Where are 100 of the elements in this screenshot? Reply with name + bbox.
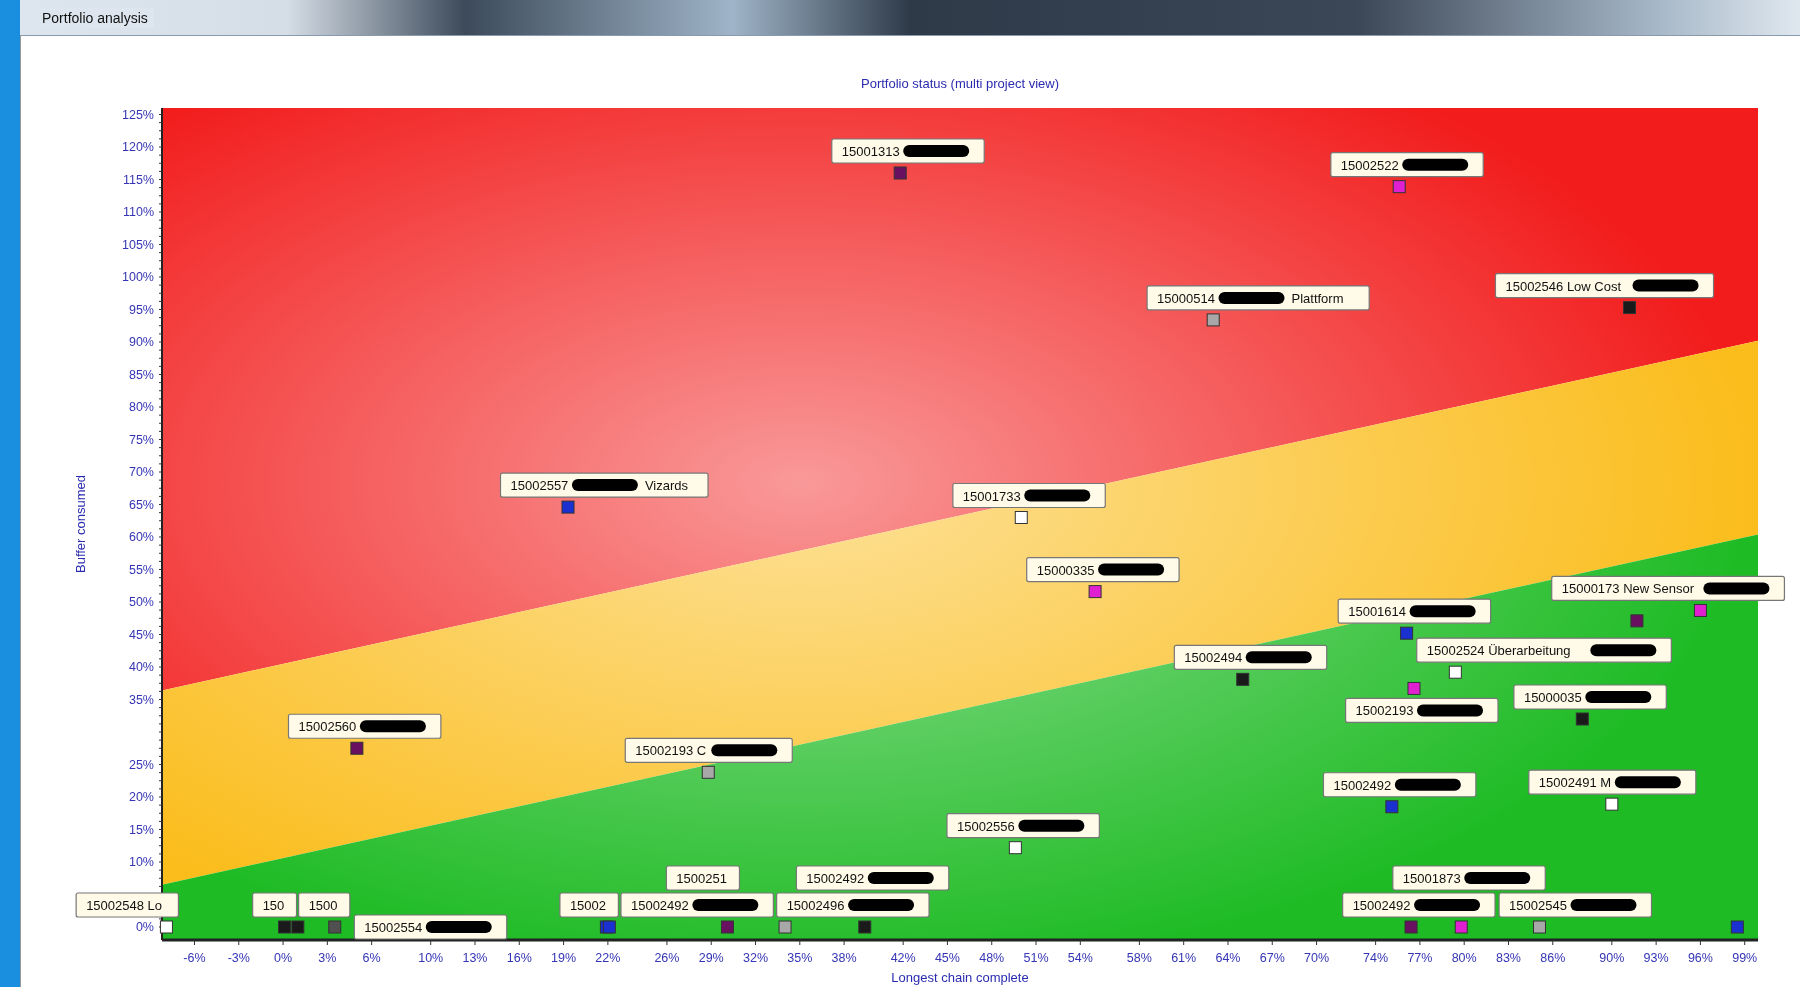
x-tick-label: 86% <box>1540 951 1566 965</box>
project-label: Vizards <box>644 478 689 494</box>
project-label: 15002524 Überarbeitung <box>1426 643 1571 659</box>
project-label: 15000173 New Sensor <box>1561 581 1694 597</box>
x-tick-label: 77% <box>1407 951 1433 965</box>
x-tick-label: 45% <box>934 951 960 965</box>
y-tick-label: 15% <box>128 822 154 837</box>
project-label: 1500251 <box>676 871 727 886</box>
project-label: 150 <box>262 898 285 913</box>
y-tick-label: 45% <box>128 627 154 642</box>
x-tick-label: 54% <box>1067 951 1093 965</box>
y-tick-label: 55% <box>128 562 154 577</box>
project-label: 15002556 <box>956 818 1015 834</box>
project-label: 1500 <box>308 898 338 913</box>
window-title: Portfolio analysis <box>40 7 154 28</box>
project-label: 15002492 <box>806 871 865 886</box>
y-tick-label: 110% <box>122 205 154 219</box>
y-tick-label: 0% <box>135 920 154 934</box>
y-tick-label: 65% <box>128 497 154 512</box>
project-label: 15002522 <box>1340 157 1399 173</box>
x-tick-label: 93% <box>1643 951 1669 965</box>
y-tick-label: 115% <box>122 172 154 187</box>
project-label: 15001614 <box>1348 604 1407 620</box>
x-tick-label: 96% <box>1687 951 1713 965</box>
x-tick-label: 83% <box>1495 951 1521 965</box>
y-axis-title: Buffer consumed <box>73 475 88 573</box>
data-point[interactable] <box>1575 712 1589 726</box>
x-tick-label: 19% <box>551 951 577 965</box>
project-label: 15002491 M <box>1538 775 1612 791</box>
y-tick-label: 75% <box>128 432 154 447</box>
y-tick-label: 70% <box>128 465 154 479</box>
x-tick-label: 64% <box>1215 951 1241 965</box>
data-point[interactable] <box>1533 920 1546 934</box>
chart-title: Portfolio status (multi project view) <box>861 76 1059 91</box>
x-tick-label: 35% <box>787 951 813 965</box>
project-label: 15002492 <box>1352 898 1411 913</box>
project-label: 15001313 <box>841 144 900 159</box>
data-point[interactable] <box>1008 841 1022 855</box>
x-tick-label: 99% <box>1732 951 1758 965</box>
x-tick-label: 61% <box>1171 951 1197 965</box>
y-tick-label: 25% <box>128 757 154 772</box>
x-tick-label: -6% <box>183 951 206 965</box>
x-tick-label: 48% <box>979 951 1005 965</box>
x-tick-label: 80% <box>1451 951 1477 965</box>
project-label: 15002545 <box>1509 898 1567 913</box>
project-label: 15001873 <box>1402 871 1461 886</box>
x-tick-label: 67% <box>1259 951 1285 965</box>
y-tick-label: 40% <box>128 660 154 674</box>
data-point[interactable] <box>159 920 173 934</box>
project-label: 15002548 Lo <box>86 898 163 913</box>
x-tick-label: 70% <box>1304 951 1330 965</box>
x-tick-label: 3% <box>318 951 337 965</box>
project-label: 15002 <box>569 898 607 913</box>
x-tick-label: 58% <box>1126 951 1152 965</box>
x-tick-label: 22% <box>595 951 621 965</box>
y-tick-label: 60% <box>128 530 154 544</box>
x-tick-label: 6% <box>362 951 381 965</box>
x-tick-label: 0% <box>274 951 293 965</box>
y-tick-label: 120% <box>122 140 154 154</box>
project-label: 15002557 <box>510 478 569 494</box>
y-tick-label: 100% <box>122 270 154 284</box>
y-tick-label: 20% <box>128 790 154 804</box>
y-tick-label: 80% <box>128 400 154 414</box>
project-label: 15002193 C <box>635 743 707 759</box>
x-tick-label: 74% <box>1363 951 1389 965</box>
data-point[interactable] <box>1236 672 1250 686</box>
project-label: 15002494 <box>1184 650 1243 666</box>
x-tick-label: 29% <box>698 951 724 965</box>
x-tick-label: -3% <box>227 951 250 965</box>
y-tick-label: 35% <box>128 692 154 707</box>
y-tick-label: 125% <box>122 107 154 122</box>
y-tick-label: 90% <box>128 335 154 349</box>
x-tick-label: 26% <box>654 951 680 965</box>
data-point[interactable] <box>1088 585 1102 599</box>
project-label: 15002492 <box>630 898 689 913</box>
x-tick-label: 90% <box>1599 951 1625 965</box>
project-label: 15002546 Low Cost <box>1505 278 1622 294</box>
x-tick-label: 13% <box>462 951 488 965</box>
project-label: 15002554 <box>364 920 423 935</box>
y-tick-label: 105% <box>122 237 154 252</box>
x-tick-label: 16% <box>506 951 532 965</box>
x-tick-label: 38% <box>831 951 857 965</box>
y-tick-label: 95% <box>128 302 154 317</box>
project-label: 15002193 <box>1355 703 1414 719</box>
data-point[interactable] <box>350 741 364 755</box>
data-point[interactable] <box>1448 665 1462 679</box>
project-label: 15002496 <box>786 898 845 913</box>
project-label: Plattform <box>1291 290 1344 306</box>
project-label: 15001733 <box>962 488 1021 504</box>
x-tick-label: 32% <box>743 951 769 965</box>
x-tick-label: 10% <box>418 951 444 965</box>
y-tick-label: 10% <box>128 855 154 869</box>
data-point[interactable] <box>1014 511 1028 524</box>
x-axis-title: Longest chain complete <box>891 970 1029 985</box>
project-label: 15002560 <box>298 719 357 735</box>
data-point[interactable] <box>1605 797 1619 811</box>
x-tick-label: 42% <box>890 951 916 965</box>
y-tick-label: 85% <box>128 367 154 382</box>
project-label: 15000514 <box>1157 290 1215 306</box>
project-label: 15000035 <box>1523 690 1582 705</box>
